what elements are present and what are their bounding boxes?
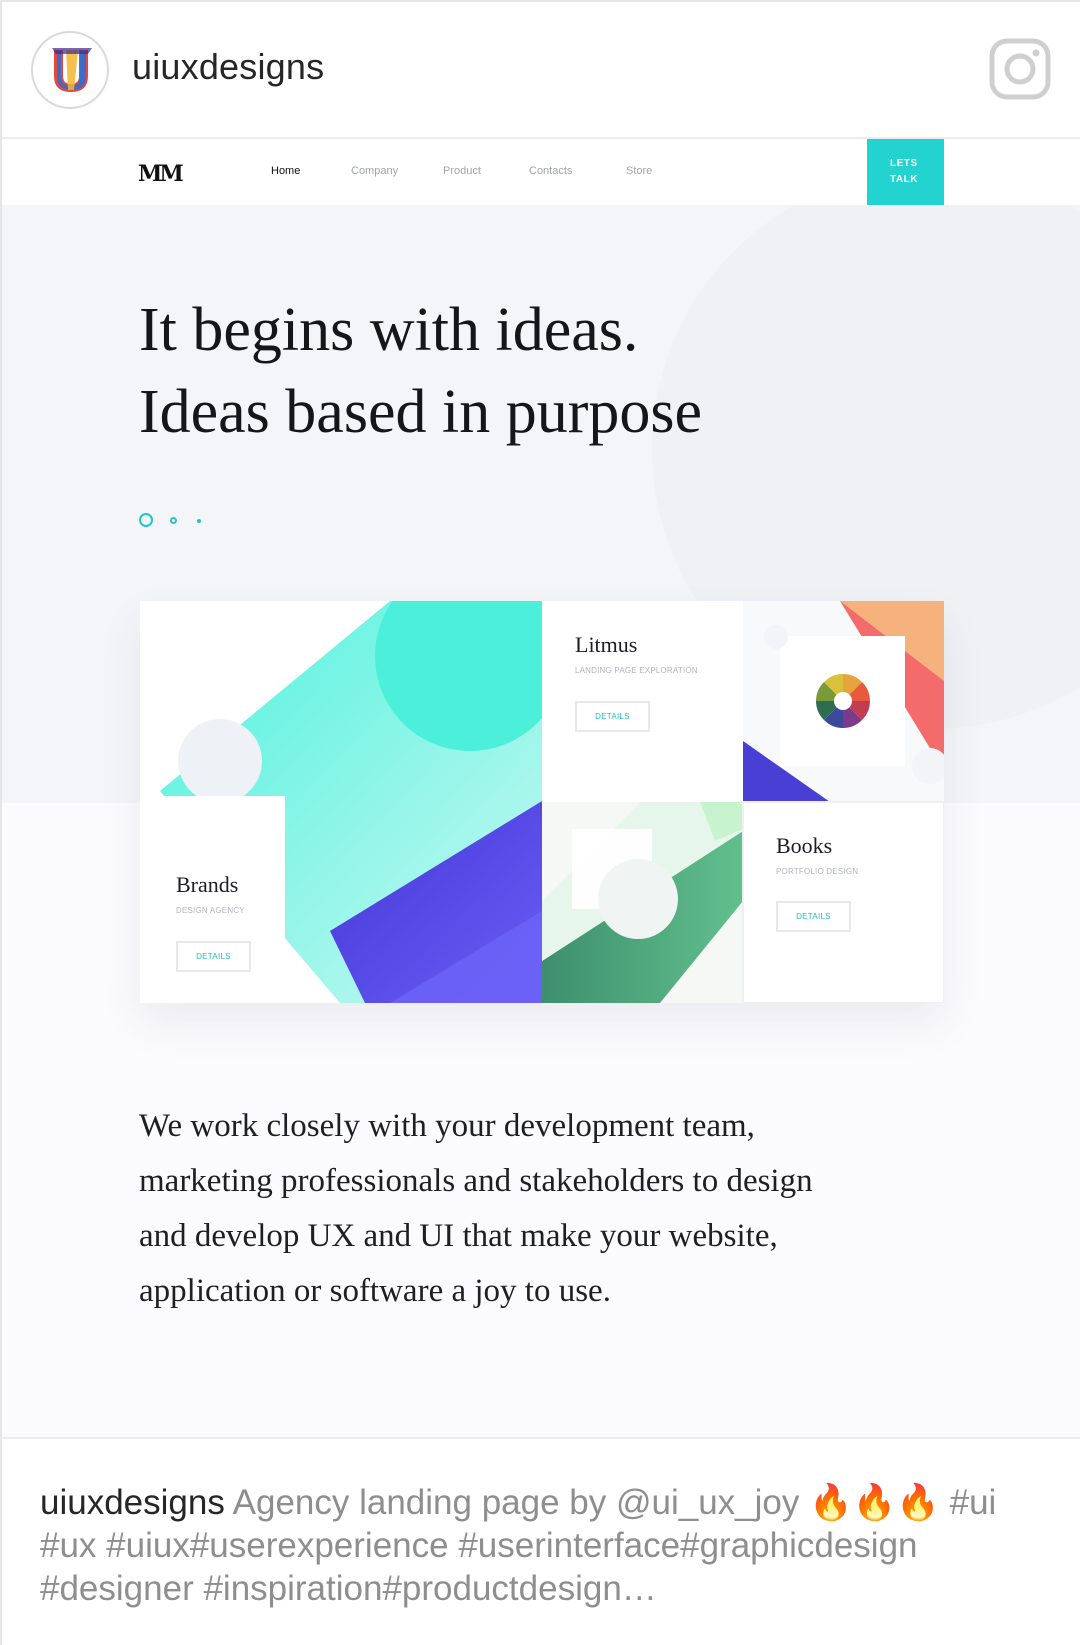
agency-description: We work closely with your development te… [139, 1099, 959, 1319]
nav-home[interactable]: Home [271, 165, 300, 177]
caption-hashtags-line2[interactable]: #ux #uiux#userexperience #userinterface#… [40, 1526, 918, 1565]
caption-body: Agency landing page by @ui_ux_joy [232, 1483, 810, 1522]
card-subtitle-books: PORTFOLIO DESIGN [776, 867, 859, 876]
slider-dot-3[interactable] [197, 519, 201, 523]
description-line-4: application or software a joy to use. [139, 1273, 611, 1309]
nav-store[interactable]: Store [626, 165, 652, 177]
post-header: uiuxdesigns [2, 2, 1080, 139]
hashtag-ui[interactable]: #ui [950, 1483, 997, 1522]
instagram-post-frame: uiuxdesigns MM Home Company Product Cont… [0, 0, 1080, 1645]
header-username[interactable]: uiuxdesigns [132, 46, 324, 88]
nav-company[interactable]: Company [351, 165, 398, 177]
card-title-brands: Brands [176, 872, 239, 897]
lets-talk-button[interactable]: LETS TALK [867, 139, 944, 205]
site-logo[interactable]: MM [138, 161, 184, 187]
post-image: MM Home Company Product Contacts Store L… [2, 139, 1080, 1437]
details-button-brands[interactable]: DETAILS [176, 941, 251, 972]
avatar[interactable] [31, 31, 109, 109]
card-subtitle-litmus: LANDING PAGE EXPLORATION [575, 666, 698, 675]
color-wheel-icon [816, 674, 870, 728]
caption-text: uiuxdesigns Agency landing page by @ui_u… [40, 1481, 1050, 1610]
instagram-icon[interactable] [989, 38, 1051, 100]
hero-headline: It begins with ideas. Ideas based in pur… [139, 289, 702, 453]
site-navbar: MM Home Company Product Contacts Store L… [2, 139, 1080, 205]
description-line-3: and develop UX and UI that make your web… [139, 1218, 778, 1254]
cards-artwork [140, 601, 944, 1003]
slider-dot-2[interactable] [170, 517, 177, 524]
nav-contacts[interactable]: Contacts [529, 165, 572, 177]
details-button-litmus[interactable]: DETAILS [575, 701, 650, 732]
lets-talk-line1: LETS [890, 158, 918, 169]
post-caption: uiuxdesigns Agency landing page by @ui_u… [2, 1437, 1080, 1645]
details-button-books[interactable]: DETAILS [776, 901, 851, 932]
headline-line-2: Ideas based in purpose [139, 378, 702, 446]
caption-username[interactable]: uiuxdesigns [40, 1483, 225, 1522]
lets-talk-line2: TALK [890, 174, 918, 185]
slider-dot-1[interactable] [139, 513, 153, 527]
project-cards-grid: Litmus LANDING PAGE EXPLORATION DETAILS … [140, 601, 944, 1003]
headline-line-1: It begins with ideas. [139, 296, 639, 364]
nav-product[interactable]: Product [443, 165, 481, 177]
caption-hashtags-line3[interactable]: #designer #inspiration#productdesign… [40, 1569, 657, 1608]
card-title-books: Books [776, 833, 833, 858]
description-line-2: marketing professionals and stakeholders… [139, 1163, 813, 1199]
fire-emoji: 🔥🔥🔥 [809, 1483, 940, 1522]
card-title-litmus: Litmus [575, 632, 638, 657]
uiuxdesigns-logo-icon [52, 48, 92, 92]
card-subtitle-brands: DESIGN AGENCY [176, 906, 245, 915]
description-line-1: We work closely with your development te… [139, 1108, 755, 1144]
